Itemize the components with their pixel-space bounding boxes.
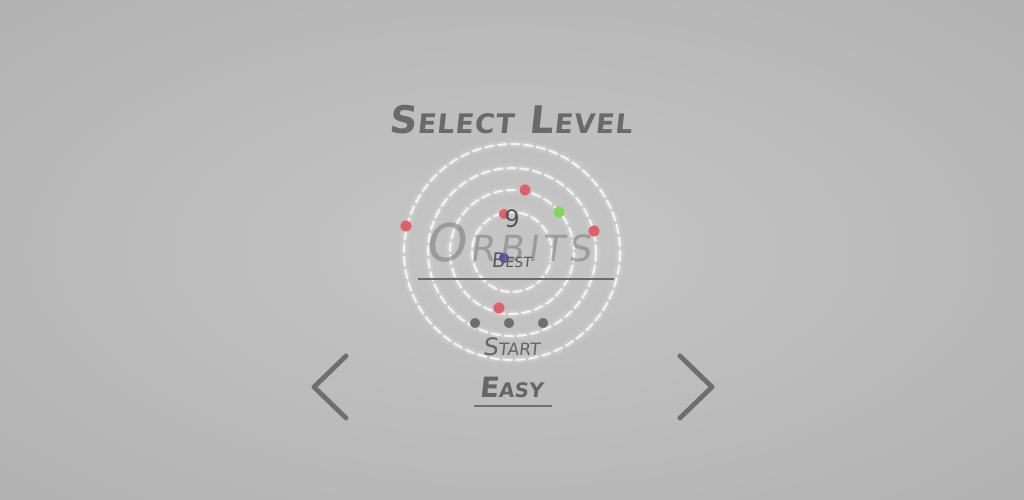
best-score-value: 9: [504, 205, 520, 233]
page-indicator-dots: [466, 318, 556, 330]
page-dot: [538, 318, 548, 328]
chevron-right-icon: [677, 353, 715, 421]
previous-level-button[interactable]: [308, 352, 352, 422]
page-dot: [470, 318, 480, 328]
page-title: Select Level: [387, 98, 637, 142]
planet-red: [519, 184, 531, 196]
chevron-left-icon: [311, 353, 349, 421]
level-select-screen: Select Level Orbits 9 Best Start Easy: [0, 0, 1024, 500]
divider-line: [418, 278, 614, 280]
best-score-label: Best: [490, 248, 534, 272]
next-level-button[interactable]: [674, 352, 718, 422]
page-dot: [504, 318, 514, 328]
planet-red: [493, 302, 505, 314]
start-button[interactable]: Start: [460, 330, 564, 364]
difficulty-button[interactable]: Easy: [460, 368, 564, 408]
difficulty-underline: [474, 405, 552, 407]
